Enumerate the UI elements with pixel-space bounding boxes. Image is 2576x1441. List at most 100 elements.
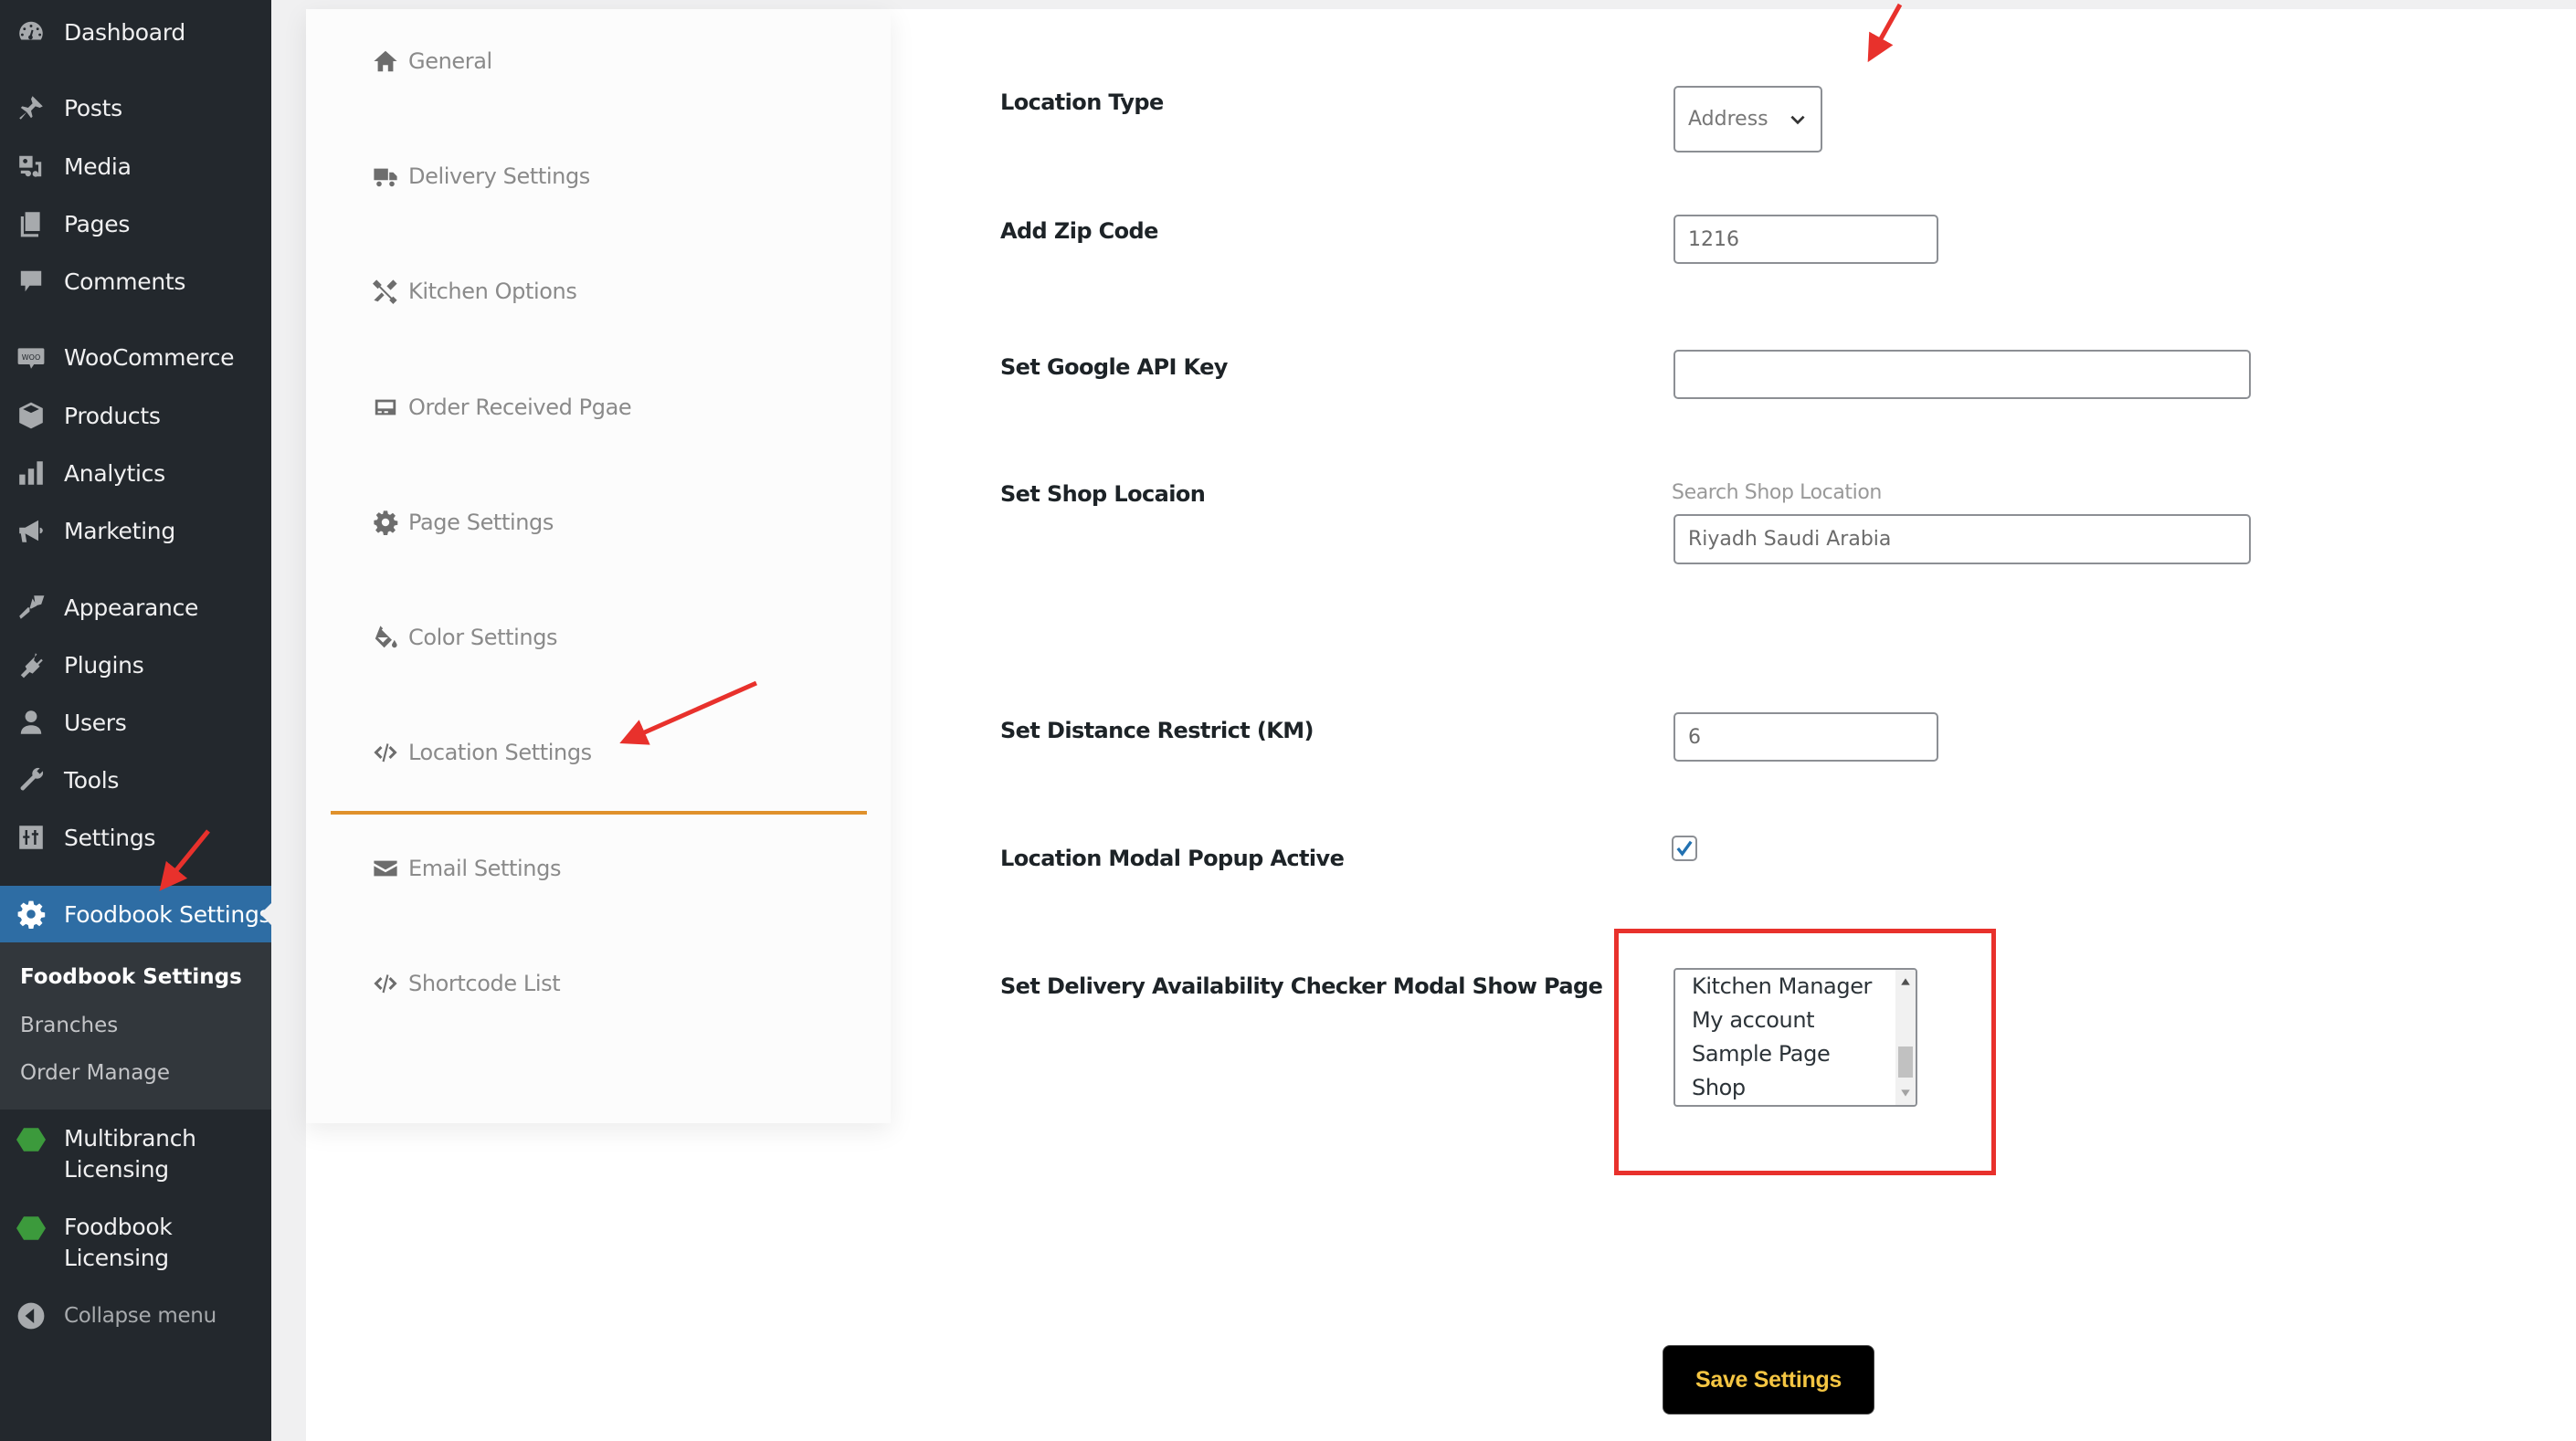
tab-label: Delivery Settings: [408, 163, 590, 189]
tab-kitchen-options[interactable]: Kitchen Options: [372, 273, 577, 310]
tab-page-settings[interactable]: Page Settings: [372, 504, 554, 541]
sidebar-item-pages[interactable]: Pages: [0, 196, 271, 251]
settings-tab-panel: General Delivery Settings Kitchen Option…: [306, 9, 891, 1123]
sidebar-item-media[interactable]: Media: [0, 139, 271, 194]
tab-color-settings[interactable]: Color Settings: [372, 619, 558, 656]
sidebar-item-foodbook-settings[interactable]: Foodbook Settings: [0, 886, 271, 942]
gear-icon: [372, 509, 399, 536]
sidebar-item-woocommerce[interactable]: WOO WooCommerce: [0, 330, 271, 384]
gear-icon: [15, 898, 48, 931]
tab-location-settings[interactable]: Location Settings: [372, 734, 592, 771]
box-icon: [15, 399, 48, 432]
user-icon: [15, 706, 48, 739]
sidebar-label: Foodbook Settings: [64, 900, 271, 928]
listbox-option[interactable]: Sample Page: [1692, 1041, 1831, 1067]
dashboard-icon: [15, 16, 48, 48]
comment-icon: [15, 265, 48, 298]
distance-restrict-value: 6: [1688, 725, 1701, 749]
scroll-down-arrow-icon[interactable]: [1899, 1087, 1912, 1099]
sidebar-item-tools[interactable]: Tools: [0, 752, 271, 807]
save-settings-button[interactable]: Save Settings: [1663, 1345, 1874, 1415]
tab-label: Shortcode List: [408, 971, 561, 996]
sidebar-label: Products: [64, 402, 161, 429]
truck-icon: [372, 163, 399, 190]
svg-text:WOO: WOO: [22, 353, 41, 362]
sidebar-label: Comments: [64, 268, 186, 295]
hexagon-logo-icon: [15, 1123, 48, 1156]
distance-restrict-input[interactable]: 6: [1673, 712, 1938, 762]
listbox-option[interactable]: Shop: [1692, 1075, 1746, 1100]
chevron-down-icon: [1790, 115, 1805, 124]
sidebar-item-settings[interactable]: Settings: [0, 810, 271, 865]
listbox-option[interactable]: Kitchen Manager: [1692, 973, 1872, 999]
collapse-arrow-icon: [15, 1299, 48, 1332]
tab-general[interactable]: General: [372, 43, 492, 79]
checkmark-icon: [1676, 840, 1693, 857]
plug-icon: [15, 648, 48, 681]
collapse-menu-button[interactable]: Collapse menu: [0, 1288, 271, 1343]
sidebar-item-comments[interactable]: Comments: [0, 254, 271, 309]
pin-icon: [15, 91, 48, 124]
submenu-item-order-manage[interactable]: Order Manage: [20, 1061, 170, 1085]
sidebar-item-plugins[interactable]: Plugins: [0, 637, 271, 692]
tab-delivery-settings[interactable]: Delivery Settings: [372, 158, 590, 195]
sidebar-item-posts[interactable]: Posts: [0, 80, 271, 135]
listbox-scrollbar[interactable]: [1895, 970, 1916, 1105]
sidebar-label: Users: [64, 709, 127, 736]
tab-email-settings[interactable]: Email Settings: [372, 850, 561, 887]
sidebar-item-appearance[interactable]: Appearance: [0, 580, 271, 635]
checker-show-page-listbox[interactable]: Kitchen Manager My account Sample Page S…: [1673, 968, 1917, 1107]
sidebar-item-dashboard[interactable]: Dashboard: [0, 5, 271, 59]
tab-shortcode-list[interactable]: Shortcode List: [372, 965, 561, 1002]
code-icon: [372, 970, 399, 997]
submenu-item-foodbook-settings[interactable]: Foodbook Settings: [20, 965, 242, 989]
code-icon: [372, 739, 399, 766]
shop-location-value: Riyadh Saudi Arabia: [1688, 528, 1892, 551]
shop-location-label: Set Shop Locaion: [1000, 481, 1206, 507]
media-icon: [15, 150, 48, 183]
sidebar-label: Settings: [64, 824, 156, 851]
sidebar-label: Collapse menu: [64, 1304, 216, 1328]
listbox-option[interactable]: My account: [1692, 1007, 1815, 1033]
modal-popup-active-checkbox[interactable]: [1672, 836, 1697, 861]
tab-label: Kitchen Options: [408, 279, 577, 304]
location-type-select[interactable]: Address: [1673, 86, 1822, 153]
sidebar-label: Posts: [64, 94, 122, 121]
wrench-icon: [15, 763, 48, 796]
sidebar-item-multibranch-licensing[interactable]: Multibranch Licensing: [0, 1123, 271, 1196]
sidebar-label: Analytics: [64, 459, 165, 487]
distance-restrict-label: Set Distance Restrict (KM): [1000, 718, 1314, 743]
shop-location-caption: Search Shop Location: [1672, 481, 1882, 504]
sidebar-item-products[interactable]: Products: [0, 388, 271, 443]
shop-location-input[interactable]: Riyadh Saudi Arabia: [1673, 514, 2251, 564]
sidebar-label: Foodbook: [64, 1214, 173, 1240]
bar-chart-icon: [15, 457, 48, 489]
google-api-key-label: Set Google API Key: [1000, 354, 1228, 380]
tab-order-received-page[interactable]: Order Received Pgae: [372, 389, 632, 426]
checker-show-page-label: Set Delivery Availability Checker Modal …: [1000, 973, 1603, 999]
sidebar-label: Marketing: [64, 517, 175, 544]
sidebar-label: Appearance: [64, 594, 199, 621]
hexagon-logo-icon: [15, 1212, 48, 1245]
sidebar-item-analytics[interactable]: Analytics: [0, 446, 271, 500]
location-type-value: Address: [1688, 108, 1768, 131]
zip-code-input[interactable]: 1216: [1673, 215, 1938, 264]
tab-label: Order Received Pgae: [408, 394, 632, 420]
pages-icon: [15, 207, 48, 240]
google-api-key-input[interactable]: [1673, 350, 2251, 399]
submenu-item-branches[interactable]: Branches: [20, 1014, 118, 1037]
sidebar-item-users[interactable]: Users: [0, 695, 271, 750]
scroll-up-arrow-icon[interactable]: [1899, 975, 1912, 988]
tab-label: General: [408, 48, 492, 74]
sidebar-label: Media: [64, 153, 132, 180]
sidebar-label: Tools: [64, 766, 120, 794]
tab-label: Color Settings: [408, 625, 558, 650]
active-tab-indicator: [331, 811, 867, 815]
sidebar-label: Licensing: [64, 1245, 169, 1271]
sidebar-item-foodbook-licensing[interactable]: Foodbook Licensing: [0, 1212, 271, 1285]
scrollbar-thumb[interactable]: [1898, 1047, 1913, 1078]
sidebar-item-marketing[interactable]: Marketing: [0, 503, 271, 558]
woocommerce-icon: WOO: [15, 341, 48, 373]
megaphone-icon: [15, 514, 48, 547]
tab-label: Location Settings: [408, 740, 592, 765]
